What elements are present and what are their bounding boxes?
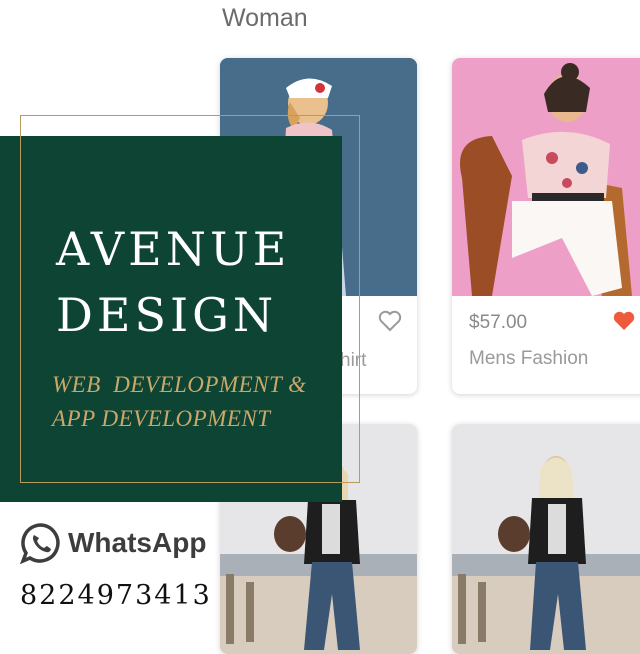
product-photo bbox=[452, 424, 640, 654]
phone-number[interactable]: 8224973413 bbox=[20, 580, 212, 611]
product-name: hirt bbox=[340, 350, 367, 371]
brand-subtitle-line1: WEB DEVELOPMENT & bbox=[52, 372, 307, 397]
brand-title-line2: DESIGN bbox=[56, 288, 278, 342]
product-card[interactable] bbox=[452, 424, 640, 654]
brand-title-line1: AVENUE bbox=[56, 222, 291, 276]
brand-subtitle-line2: APP DEVELOPMENT bbox=[52, 406, 271, 431]
heart-filled-icon[interactable] bbox=[612, 310, 636, 332]
whatsapp-label: WhatsApp bbox=[68, 527, 207, 558]
section-title: Woman bbox=[222, 4, 308, 32]
product-photo bbox=[452, 58, 640, 296]
whatsapp-contact[interactable]: WhatsApp bbox=[20, 521, 206, 565]
heart-outline-icon[interactable] bbox=[378, 310, 402, 332]
product-name: Mens Fashion bbox=[469, 348, 589, 369]
product-card[interactable]: $57.00 Mens Fashion bbox=[452, 58, 640, 394]
product-price: $57.00 bbox=[469, 312, 528, 333]
whatsapp-icon bbox=[20, 523, 60, 564]
